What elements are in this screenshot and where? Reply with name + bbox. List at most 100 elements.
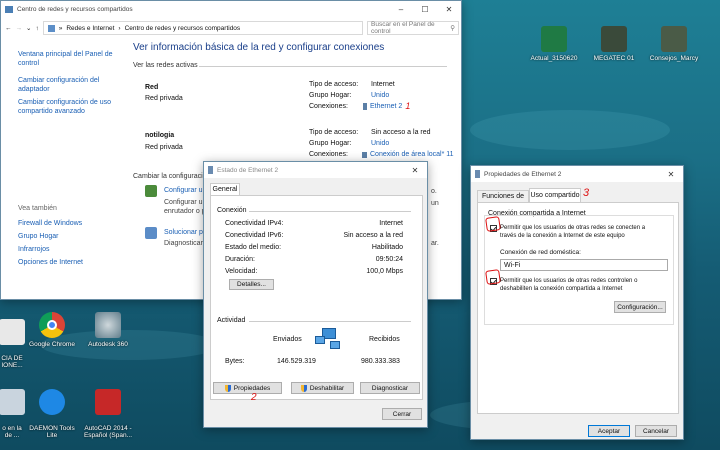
image-icon: [661, 26, 687, 52]
ethernet-status-dialog: Estado de Ethernet 2 ✕ General Conexión …: [203, 161, 428, 428]
disable-button[interactable]: Deshabilitar: [291, 382, 354, 394]
chrome-icon: [39, 312, 65, 338]
troubleshoot-icon: [145, 227, 157, 239]
task-desc: Configurar u enrutador o p: [164, 199, 206, 215]
text-fragment: un: [431, 200, 439, 207]
activity-section-label: Actividad: [217, 317, 246, 324]
network-icon: [5, 5, 13, 13]
computer-icon: [0, 389, 25, 415]
sidebar-link-control-panel[interactable]: Ventana principal del Panel de control: [18, 50, 118, 68]
properties-button[interactable]: Propiedades: [213, 382, 282, 394]
network-type: Red privada: [145, 95, 183, 102]
sidebar-link-homegroup[interactable]: Grupo Hogar: [18, 232, 118, 241]
shield-icon: [300, 384, 307, 392]
annotation-3: 3: [583, 187, 590, 199]
bytes-sent-value: 146.529.319: [277, 358, 316, 365]
network-details: Tipo de acceso: Grupo Hogar: Conexiones:: [309, 81, 359, 110]
title-bar: Centro de redes y recursos compartidos –…: [1, 1, 461, 17]
ethernet-properties-dialog: Propiedades de Ethernet 2 ✕ Funciones de…: [470, 165, 684, 440]
maximize-button[interactable]: ☐: [413, 5, 437, 14]
breadcrumb-item-network[interactable]: Redes e Internet: [66, 25, 114, 32]
control-panel-icon: [47, 24, 55, 32]
close-dialog-button[interactable]: Cerrar: [382, 408, 422, 420]
allow-share-label: Permitir que los usuarios de otras redes…: [500, 225, 646, 239]
network-type: Red privada: [145, 144, 183, 151]
sidebar-link-adapter[interactable]: Cambiar configuración del adaptador: [18, 76, 118, 94]
tab-sharing[interactable]: Uso compartido: [529, 188, 581, 202]
close-button[interactable]: ✕: [659, 170, 683, 179]
status-row: Estado del medio: Habilitado: [225, 244, 403, 251]
chevron-down-icon[interactable]: ⌄: [26, 24, 31, 32]
network-values: Sin acceso a la red Unido Conexión de ár…: [362, 127, 454, 160]
tab-general[interactable]: General: [210, 183, 240, 195]
sent-label: Enviados: [273, 336, 302, 343]
minimize-button[interactable]: –: [389, 5, 413, 14]
close-button[interactable]: ✕: [437, 5, 461, 14]
sidebar: Ventana principal del Panel de control C…: [18, 50, 118, 267]
sidebar-link-internet-options[interactable]: Opciones de Internet: [18, 258, 118, 267]
desktop-icon-daemon[interactable]: DAEMON Tools Lite: [26, 382, 78, 439]
sidebar-link-firewall[interactable]: Firewall de Windows: [18, 219, 118, 228]
access-type-value: Internet: [371, 81, 395, 88]
dialog-title: Estado de Ethernet 2: [217, 166, 279, 174]
divider: [199, 66, 447, 67]
details-button[interactable]: Detalles...: [229, 279, 274, 290]
task-link-troubleshoot[interactable]: Solucionar p: [164, 229, 203, 236]
network-values: Internet Unido Ethernet 21: [363, 79, 410, 112]
home-network-field[interactable]: Wi-Fi: [500, 259, 668, 271]
status-row: Conectividad IPv4: Internet: [225, 220, 403, 227]
desktop-icon-excel[interactable]: Actual_3150620: [528, 26, 580, 62]
page-title: Ver información básica de la red y confi…: [133, 42, 385, 53]
search-input[interactable]: Buscar en el Panel de control ⚲: [367, 21, 459, 35]
desktop-icon-megatec[interactable]: MEGATEC 01: [588, 26, 640, 62]
breadcrumb[interactable]: » Redes e Internet › Centro de redes y r…: [42, 21, 363, 35]
homegroup-link[interactable]: Unido: [371, 90, 410, 101]
annotation-2: 2: [251, 392, 257, 403]
status-row: Duración: 09:50:24: [225, 256, 403, 263]
text-fragment: ar.: [431, 240, 439, 247]
cancel-button[interactable]: Cancelar: [635, 425, 677, 437]
autodesk-icon: [95, 312, 121, 338]
tab-panel: Conexión Conectividad IPv4: Internet Cone…: [210, 195, 423, 403]
task-desc: Diagnosticar: [164, 240, 203, 247]
received-label: Recibidos: [369, 336, 400, 343]
title-bar: Estado de Ethernet 2 ✕: [204, 162, 427, 178]
wifi-icon: [362, 151, 367, 158]
configuration-button[interactable]: Configuración...: [614, 301, 666, 313]
up-arrow-icon[interactable]: ↑: [35, 25, 38, 32]
window-title: Centro de redes y recursos compartidos: [17, 5, 133, 13]
desktop-icon-autocad[interactable]: AutoCAD 2014 - Español (Span...: [82, 382, 134, 439]
connection-link-local[interactable]: Conexión de área local* 11: [370, 149, 454, 160]
dialog-title: Propiedades de Ethernet 2: [484, 170, 562, 178]
homegroup-link[interactable]: Unido: [371, 138, 454, 149]
see-also-heading: Vea también: [18, 205, 57, 212]
autocad-icon: [95, 389, 121, 415]
status-row: Conectividad IPv6: Sin acceso a la red: [225, 232, 403, 239]
change-config-label: Cambiar la configuración: [133, 173, 211, 180]
desktop-icon-chrome[interactable]: Google Chrome: [26, 312, 78, 348]
image-icon: [601, 26, 627, 52]
status-row: Velocidad: 100,0 Mbps: [225, 268, 403, 275]
accept-button[interactable]: Aceptar: [588, 425, 630, 437]
divider: [249, 211, 411, 212]
back-arrow-icon[interactable]: ←: [5, 25, 12, 32]
sharing-panel: Conexión compartida a Internet Permitir …: [477, 202, 679, 414]
connection-link-ethernet2[interactable]: Ethernet 2: [370, 101, 402, 112]
desktop-icon-consejos[interactable]: Consejos_Marcy: [648, 26, 700, 62]
tab-network-functions[interactable]: Funciones de red: [477, 190, 529, 211]
desktop-icon-autodesk[interactable]: Autodesk 360: [82, 312, 134, 348]
active-networks-label: Ver las redes activas: [133, 62, 198, 69]
forward-arrow-icon[interactable]: →: [16, 25, 23, 32]
sidebar-link-infrared[interactable]: Infrarrojos: [18, 245, 118, 254]
close-button[interactable]: ✕: [403, 166, 427, 175]
breadcrumb-item-center[interactable]: Centro de redes y recursos compartidos: [125, 25, 241, 32]
access-type-value: Sin acceso a la red: [371, 129, 431, 136]
task-link-setup[interactable]: Configurar u: [164, 187, 203, 194]
bytes-label: Bytes:: [225, 358, 245, 365]
sidebar-link-sharing[interactable]: Cambiar configuración de uso compartido …: [18, 98, 118, 116]
diagnose-button[interactable]: Diagnosticar: [360, 382, 420, 394]
shield-icon: [224, 384, 231, 392]
allow-control-label: Permitir que los usuarios de otras redes…: [500, 278, 638, 292]
new-connection-icon: [145, 185, 157, 197]
title-bar: Propiedades de Ethernet 2 ✕: [471, 166, 683, 182]
